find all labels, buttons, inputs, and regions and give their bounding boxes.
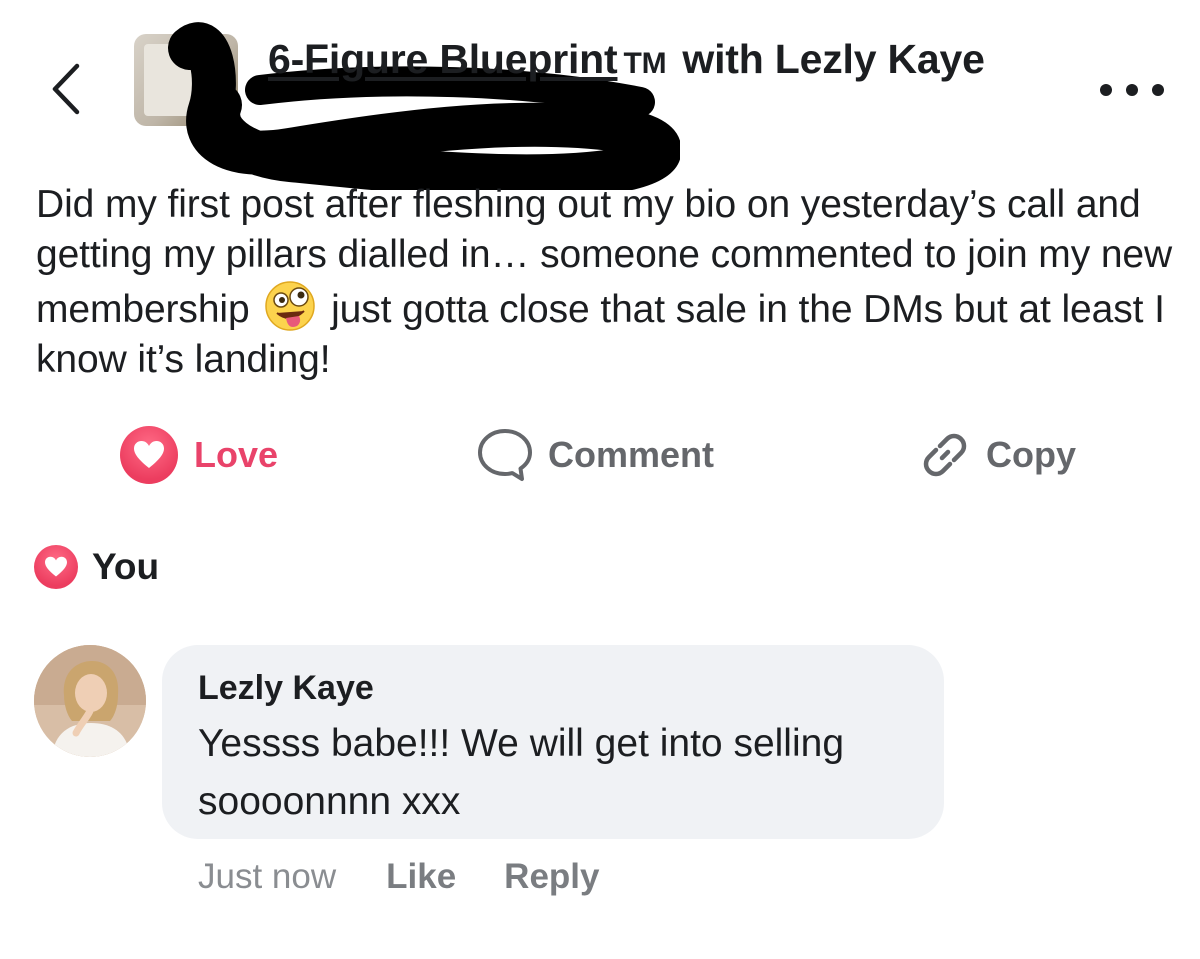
comment-bubble-icon bbox=[476, 427, 534, 483]
comment-text: Yessss babe!!! We will get into selling … bbox=[198, 722, 845, 823]
love-reaction-icon bbox=[120, 426, 178, 484]
commenter-avatar[interactable] bbox=[34, 645, 146, 757]
love-label: Love bbox=[194, 434, 279, 475]
post-body: Did my first post after fleshing out my … bbox=[36, 180, 1176, 385]
comment-like-button[interactable]: Like bbox=[386, 857, 456, 897]
trademark-mark: TM bbox=[623, 47, 667, 80]
reactor-name: You bbox=[92, 546, 160, 587]
copy-label: Copy bbox=[986, 434, 1076, 475]
back-button[interactable] bbox=[44, 60, 88, 118]
comment-timestamp: Just now bbox=[198, 857, 337, 896]
love-button[interactable]: Love bbox=[120, 424, 278, 486]
link-icon bbox=[918, 428, 972, 482]
more-options-button[interactable] bbox=[1100, 78, 1164, 102]
group-title: 6-Figure Blueprint TM with Lezly Kaye bbox=[268, 36, 985, 83]
group-name-link[interactable]: 6-Figure Blueprint bbox=[268, 36, 618, 82]
zany-face-emoji-icon bbox=[265, 281, 316, 331]
reaction-summary[interactable]: You bbox=[34, 544, 159, 590]
more-dot-icon bbox=[1126, 84, 1138, 96]
group-avatar[interactable] bbox=[134, 34, 238, 126]
comment-label: Comment bbox=[548, 434, 715, 475]
comment-bubble: Lezly Kaye Yessss babe!!! We will get in… bbox=[162, 645, 944, 839]
comment-reply-button[interactable]: Reply bbox=[504, 857, 599, 897]
comment-author[interactable]: Lezly Kaye bbox=[198, 669, 374, 708]
comment-button[interactable]: Comment bbox=[476, 424, 714, 486]
chevron-left-icon bbox=[52, 63, 80, 115]
more-dot-icon bbox=[1100, 84, 1112, 96]
comment-meta: Just now Like Reply bbox=[198, 855, 647, 899]
more-dot-icon bbox=[1152, 84, 1164, 96]
copy-link-button[interactable]: Copy bbox=[918, 424, 1076, 486]
group-host: with Lezly Kaye bbox=[682, 36, 985, 82]
love-reaction-icon bbox=[34, 545, 78, 589]
